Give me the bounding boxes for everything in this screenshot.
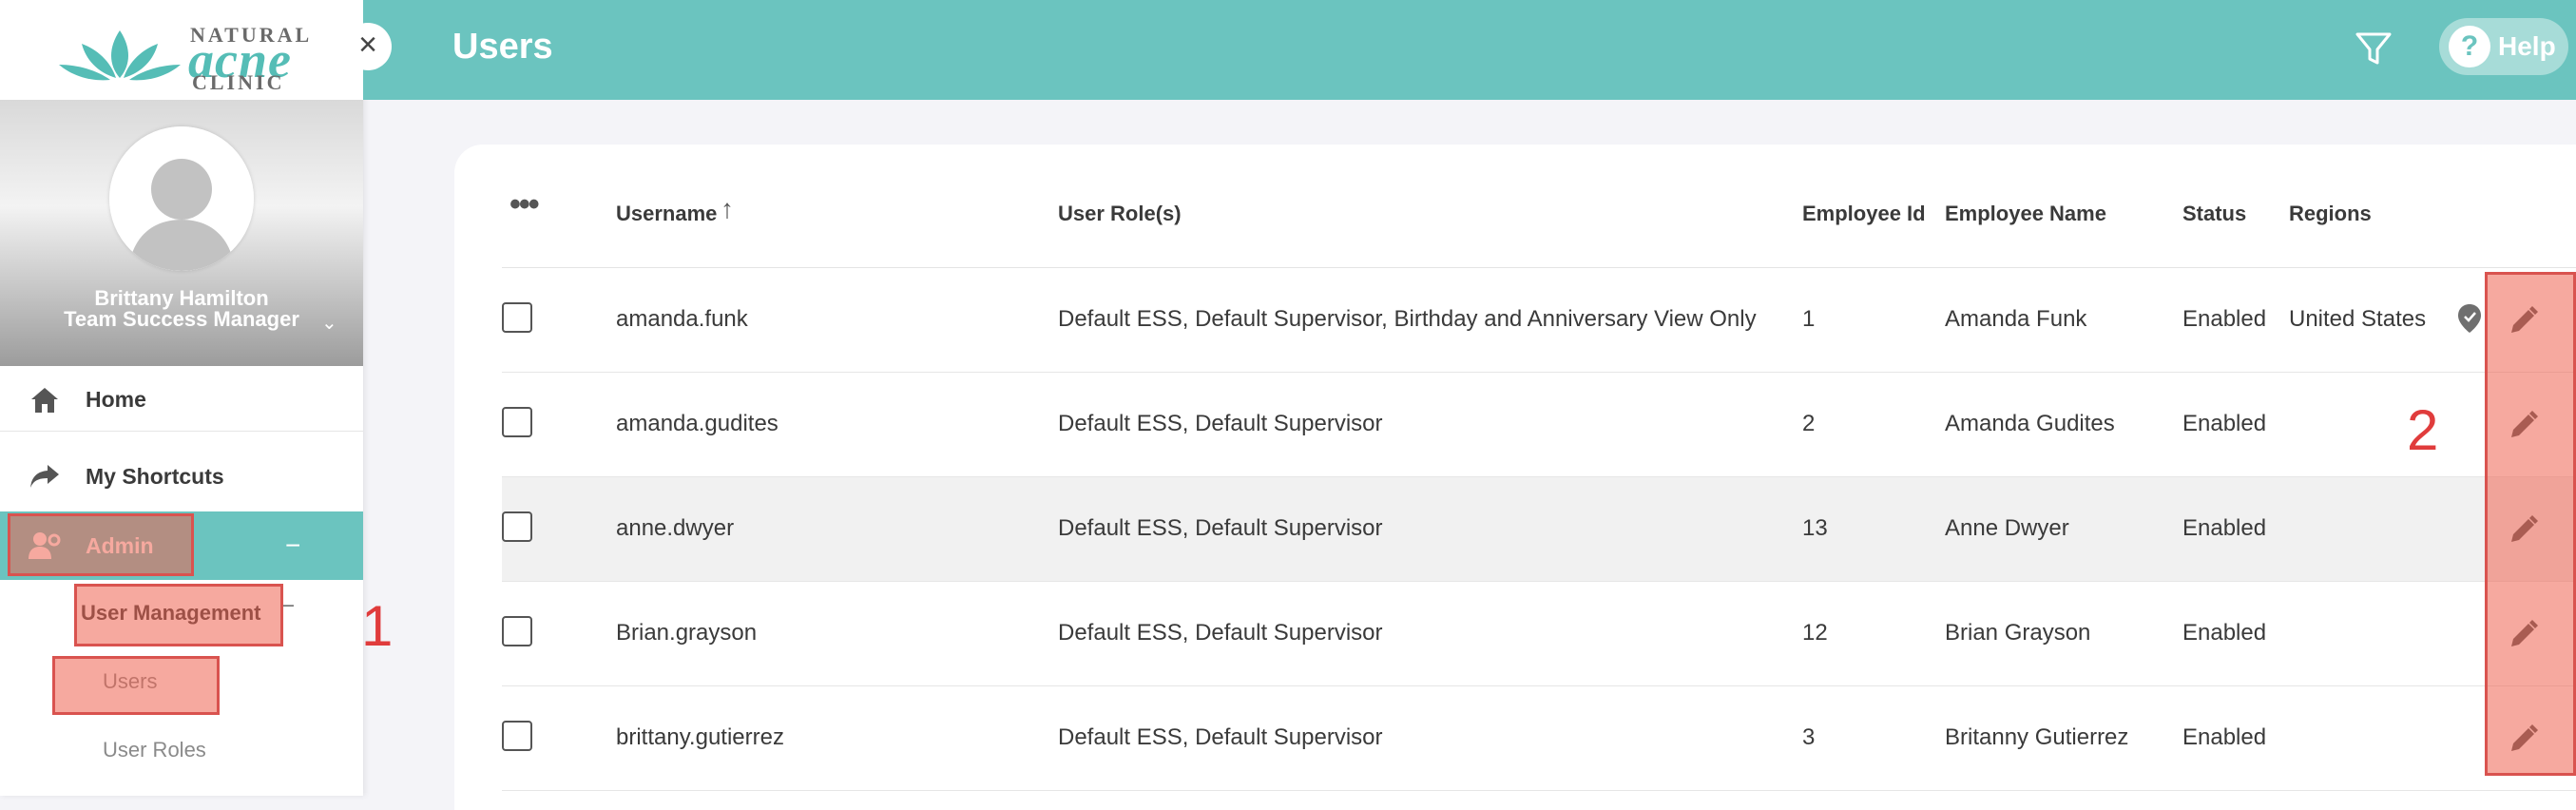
- person-silhouette-icon: [109, 126, 254, 271]
- pencil-icon: [2511, 515, 2538, 542]
- close-icon: ×: [358, 27, 377, 63]
- pencil-icon: [2511, 306, 2538, 333]
- close-sidebar-button[interactable]: ×: [344, 23, 392, 70]
- cell-status: Enabled: [2182, 411, 2267, 436]
- edit-button[interactable]: [2504, 511, 2542, 550]
- cell-username: amanda.gudites: [616, 411, 779, 436]
- table-row[interactable]: brittany.gutierrez Default ESS, Default …: [502, 686, 2576, 791]
- collapse-icon[interactable]: −: [285, 530, 300, 561]
- edit-button[interactable]: [2504, 302, 2542, 340]
- sidebar-item-label: Admin: [86, 532, 154, 558]
- cell-username: anne.dwyer: [616, 515, 735, 541]
- column-header-employee-id[interactable]: Employee Id: [1802, 202, 1926, 226]
- sidebar-item-label: Home: [86, 387, 146, 412]
- pencil-icon: [2511, 620, 2538, 646]
- help-button[interactable]: ? Help: [2439, 18, 2568, 75]
- top-header: Users ? Help: [363, 0, 2576, 100]
- row-checkbox[interactable]: [502, 721, 532, 751]
- annotation-step-2: 2: [2407, 398, 2439, 462]
- sidebar-subitem-users[interactable]: Users: [103, 669, 157, 694]
- cell-user-roles: Default ESS, Default Supervisor: [1058, 620, 1383, 646]
- column-header-status[interactable]: Status: [2182, 202, 2246, 226]
- clinic-logo[interactable]: NATURAL acne CLINIC: [0, 0, 363, 100]
- column-header-regions[interactable]: Regions: [2289, 202, 2372, 226]
- share-arrow-icon: [29, 460, 61, 492]
- cell-status: Enabled: [2182, 306, 2267, 332]
- collapse-icon[interactable]: −: [281, 593, 295, 620]
- table-row[interactable]: anne.dwyer Default ESS, Default Supervis…: [502, 477, 2576, 582]
- row-checkbox[interactable]: [502, 407, 532, 437]
- sort-ascending-icon[interactable]: ↑: [721, 194, 734, 224]
- cell-regions: United States: [2289, 306, 2427, 332]
- cell-user-roles: Default ESS, Default Supervisor: [1058, 515, 1383, 541]
- sidebar: NATURAL acne CLINIC Brittany Hamilton Te…: [0, 0, 363, 796]
- cell-username: amanda.funk: [616, 306, 748, 332]
- lotus-logo-icon: [59, 30, 181, 81]
- edit-button[interactable]: [2504, 721, 2542, 759]
- cell-user-roles: Default ESS, Default Supervisor, Birthda…: [1058, 306, 1757, 332]
- cell-status: Enabled: [2182, 515, 2267, 541]
- cell-employee-name: Anne Dwyer: [1945, 515, 2069, 541]
- cell-employee-name: Amanda Gudites: [1945, 411, 2115, 436]
- row-checkbox[interactable]: [502, 511, 532, 542]
- edit-button[interactable]: [2504, 407, 2542, 445]
- filter-icon: [2355, 32, 2392, 65]
- cell-employee-id: 2: [1802, 411, 1816, 436]
- pencil-icon: [2511, 411, 2538, 437]
- sidebar-item-admin[interactable]: Admin −: [0, 511, 363, 580]
- column-header-employee-name[interactable]: Employee Name: [1945, 202, 2106, 226]
- pencil-icon: [2511, 724, 2538, 751]
- sidebar-subitem-user-roles[interactable]: User Roles: [103, 738, 206, 762]
- filter-button[interactable]: [2350, 25, 2397, 72]
- cell-user-roles: Default ESS, Default Supervisor: [1058, 411, 1383, 436]
- sidebar-item-home[interactable]: Home: [0, 369, 363, 432]
- cell-employee-id: 12: [1802, 620, 1828, 646]
- help-label: Help: [2498, 31, 2556, 61]
- table-row[interactable]: amanda.funk Default ESS, Default Supervi…: [502, 268, 2576, 373]
- chevron-down-icon[interactable]: ⌄: [321, 311, 337, 335]
- annotation-step-1: 1: [361, 594, 394, 658]
- profile-role: Team Success Manager: [64, 307, 299, 331]
- sidebar-item-my-shortcuts[interactable]: My Shortcuts: [0, 445, 363, 508]
- cell-user-roles: Default ESS, Default Supervisor: [1058, 724, 1383, 750]
- cell-employee-id: 3: [1802, 724, 1816, 750]
- cell-employee-name: Amanda Funk: [1945, 306, 2087, 332]
- cell-status: Enabled: [2182, 620, 2267, 646]
- table-header: ••• Username ↑ User Role(s) Employee Id …: [502, 181, 2576, 268]
- sidebar-subitem-user-management[interactable]: User Management: [81, 601, 261, 626]
- user-gear-icon: [29, 530, 61, 562]
- avatar: [109, 126, 254, 271]
- location-pin-icon: [2456, 302, 2483, 341]
- cell-employee-id: 1: [1802, 306, 1816, 332]
- cell-username: brittany.gutierrez: [616, 724, 784, 750]
- row-checkbox[interactable]: [502, 616, 532, 646]
- user-profile-panel: Brittany Hamilton Team Success Manager ⌄: [0, 100, 363, 366]
- cell-employee-name: Brian Grayson: [1945, 620, 2091, 646]
- cell-username: Brian.grayson: [616, 620, 758, 646]
- question-icon: ?: [2449, 26, 2490, 68]
- cell-employee-name: Britanny Gutierrez: [1945, 724, 2129, 750]
- row-checkbox[interactable]: [502, 302, 532, 333]
- page-title: Users: [452, 27, 553, 67]
- edit-button[interactable]: [2504, 616, 2542, 654]
- more-options-icon[interactable]: •••: [509, 186, 540, 223]
- column-header-user-roles[interactable]: User Role(s): [1058, 202, 1182, 226]
- table-row[interactable]: Brian.grayson Default ESS, Default Super…: [502, 582, 2576, 686]
- table-row[interactable]: amanda.gudites Default ESS, Default Supe…: [502, 373, 2576, 477]
- cell-status: Enabled: [2182, 724, 2267, 750]
- logo-text-clinic: CLINIC: [192, 70, 285, 94]
- cell-employee-id: 13: [1802, 515, 1828, 541]
- home-icon: [29, 384, 61, 416]
- sidebar-item-label: My Shortcuts: [86, 463, 224, 489]
- column-header-username[interactable]: Username: [616, 202, 717, 226]
